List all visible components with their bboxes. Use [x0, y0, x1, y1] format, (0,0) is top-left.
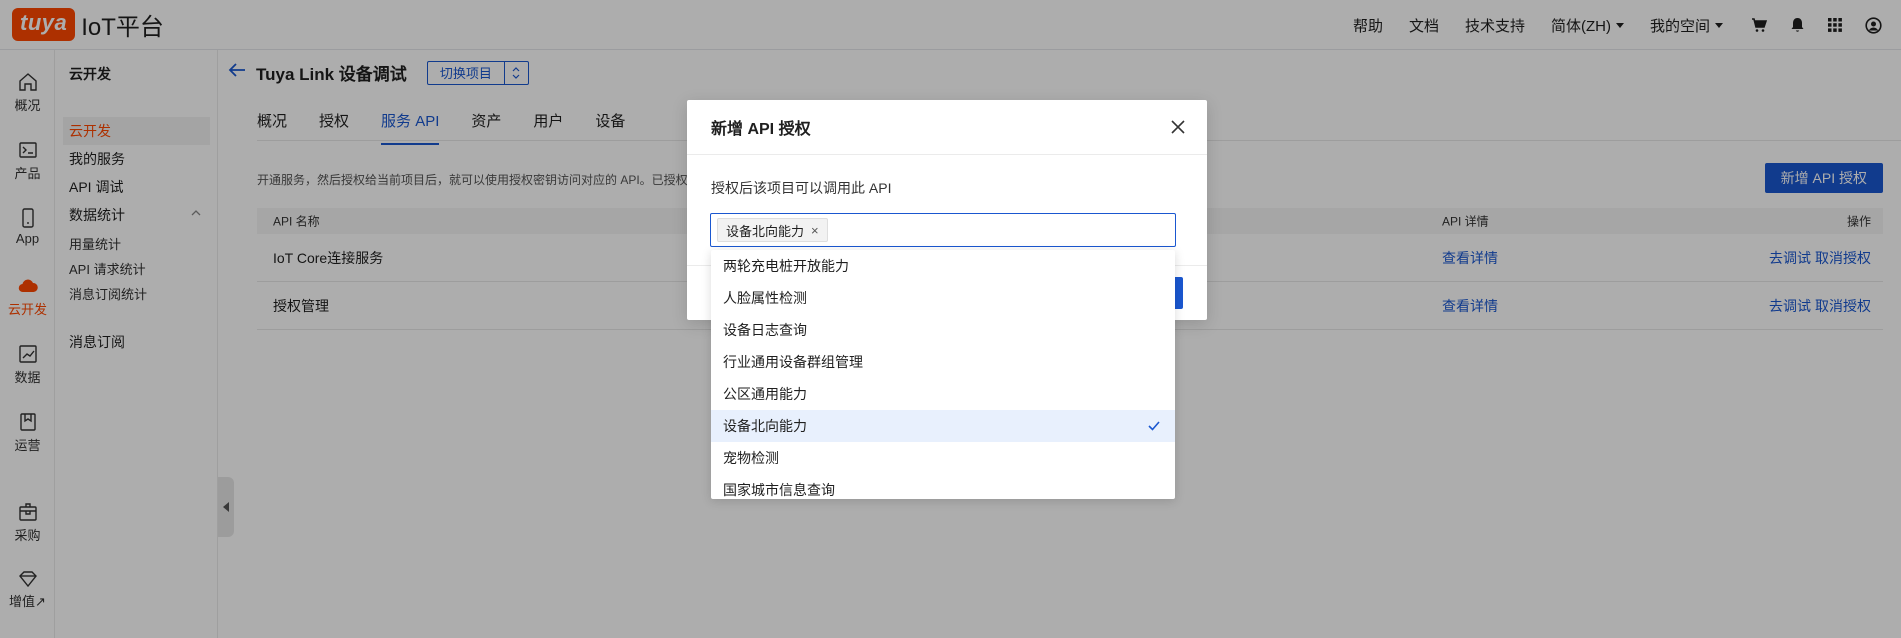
dropdown-option[interactable]: 两轮充电桩开放能力	[711, 250, 1175, 282]
chip-label: 设备北向能力	[726, 223, 805, 239]
check-icon	[1148, 421, 1160, 431]
dropdown-option[interactable]: 行业通用设备群组管理	[711, 346, 1175, 378]
dropdown-option[interactable]: 人脸属性检测	[711, 282, 1175, 314]
dropdown-option[interactable]: 设备日志查询	[711, 314, 1175, 346]
dropdown-option[interactable]: 公区通用能力	[711, 378, 1175, 410]
close-icon[interactable]	[1169, 118, 1187, 136]
selected-api-chip: 设备北向能力 ×	[717, 218, 828, 242]
dropdown-option-label: 设备北向能力	[723, 418, 807, 434]
dropdown-option-selected[interactable]: 设备北向能力	[711, 410, 1175, 442]
modal-field-label: 授权后该项目可以调用此 API	[711, 180, 892, 196]
chip-remove-icon[interactable]: ×	[811, 223, 819, 238]
api-multi-select[interactable]: 设备北向能力 ×	[710, 213, 1176, 247]
modal-title: 新增 API 授权	[711, 121, 811, 138]
api-options-dropdown: 两轮充电桩开放能力 人脸属性检测 设备日志查询 行业通用设备群组管理 公区通用能…	[711, 250, 1175, 499]
modal-header: 新增 API 授权	[687, 100, 1207, 155]
dropdown-option[interactable]: 国家城市信息查询	[711, 474, 1175, 499]
dropdown-option[interactable]: 宠物检测	[711, 442, 1175, 474]
